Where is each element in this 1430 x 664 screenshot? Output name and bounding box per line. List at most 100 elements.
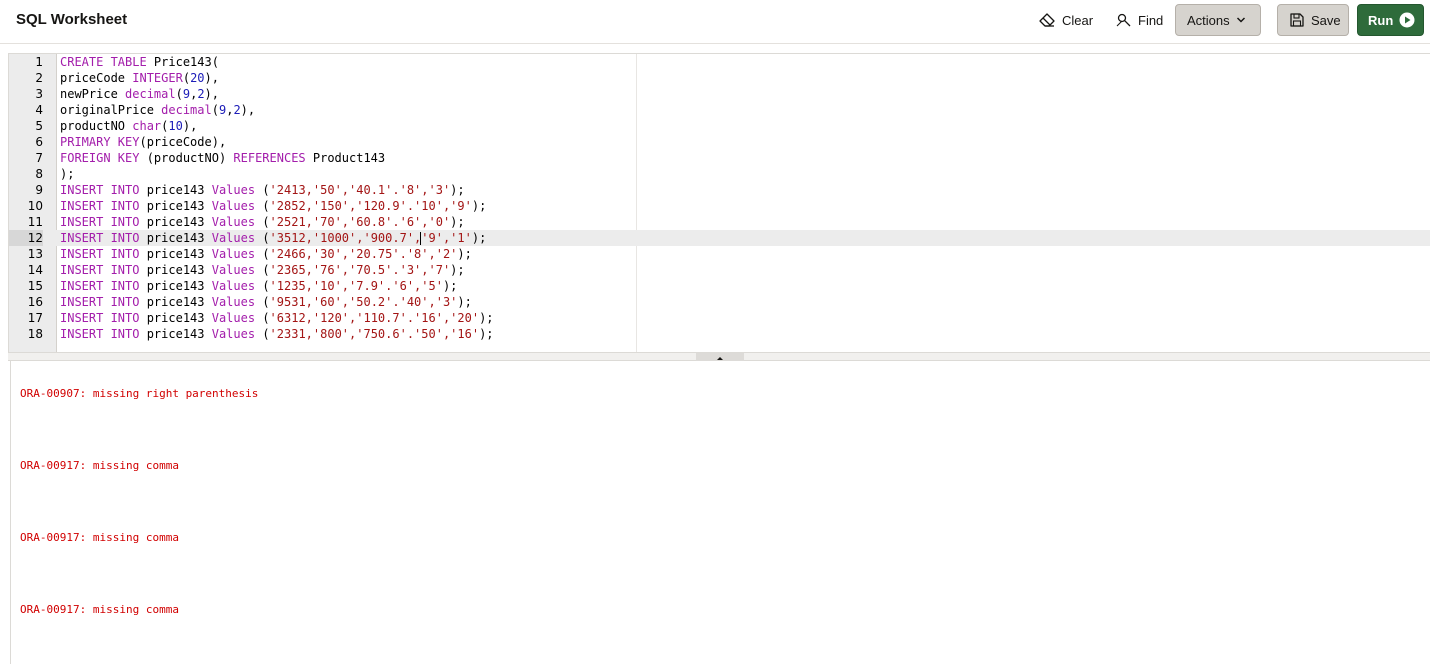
code-token: price143 (139, 199, 212, 213)
code-token: Values (211, 279, 256, 293)
code-token: ), (204, 71, 219, 85)
code-token: Values (211, 295, 256, 309)
code-token: '1235,'10','7.9'.'6','5' (269, 279, 443, 293)
code-token: ( (175, 87, 183, 101)
code-token: ); (479, 311, 494, 325)
code-line[interactable]: 16 INSERT INTO price143 Values ('9531,'60… (9, 294, 1430, 310)
code-text: INSERT INTO price143 Values ('1235,'10',… (60, 278, 457, 294)
line-number: 14 (27, 263, 43, 277)
code-line[interactable]: 1 CREATE TABLE Price143( (9, 54, 1430, 70)
line-number: 2 (35, 71, 43, 85)
code-line[interactable]: 18 INSERT INTO price143 Values ('2331,'80… (9, 326, 1430, 342)
code-token: 2 (233, 103, 241, 117)
code-token: price143 (139, 263, 212, 277)
code-line[interactable]: 10 INSERT INTO price143 Values ('2852,'15… (9, 198, 1430, 214)
code-token: Values (211, 215, 256, 229)
code-token: PRIMARY KEY (60, 135, 140, 149)
code-token: '3512,'1000','900.7', (269, 231, 422, 245)
code-token: INSERT INTO (60, 295, 140, 309)
code-lines[interactable]: 1 CREATE TABLE Price143(2 priceCode INTEGE… (9, 54, 1430, 342)
code-line[interactable]: 15 INSERT INTO price143 Values ('1235,'10… (9, 278, 1430, 294)
code-text: INSERT INTO price143 Values ('3512,'1000… (60, 230, 486, 246)
code-line[interactable]: 7 FOREIGN KEY (productNO) REFERENCES Prod… (9, 150, 1430, 166)
code-text: CREATE TABLE Price143( (60, 54, 219, 70)
code-line[interactable]: 11 INSERT INTO price143 Values ('2521,'70… (9, 214, 1430, 230)
code-text: INSERT INTO price143 Values ('9531,'60',… (60, 294, 472, 310)
code-token: INSERT INTO (60, 215, 140, 229)
code-token: price143 (139, 215, 212, 229)
code-token: INSERT INTO (60, 183, 140, 197)
code-token: ); (450, 215, 465, 229)
error-message: ORA-00907: missing right parenthesis (20, 387, 259, 400)
code-token: '2852,'150','120.9'.'10','9' (269, 199, 472, 213)
code-line[interactable]: 3 newPrice decimal(9,2), (9, 86, 1430, 102)
code-token: ( (255, 263, 270, 277)
code-token: ); (457, 247, 472, 261)
code-token: FOREIGN KEY (60, 151, 140, 165)
code-token: Values (211, 183, 256, 197)
code-token: '2365,'76','70.5'.'3','7' (269, 263, 451, 277)
code-token: ); (479, 327, 494, 341)
play-circle-icon (1399, 12, 1415, 28)
code-token: ); (471, 231, 487, 245)
code-token: ( (255, 311, 270, 325)
line-number: 1 (35, 55, 43, 69)
sql-editor[interactable]: 1 CREATE TABLE Price143(2 priceCode INTEGE… (8, 53, 1430, 352)
code-token: (priceCode), (139, 135, 227, 149)
page-title: SQL Worksheet (16, 11, 128, 28)
code-token: Values (211, 311, 256, 325)
code-token: ), (182, 119, 198, 133)
clear-button[interactable]: Clear (1028, 4, 1103, 36)
code-text: INSERT INTO price143 Values ('2521,'70',… (60, 214, 465, 230)
save-button-label: Save (1311, 12, 1341, 28)
code-token: Values (211, 231, 256, 245)
code-token: price143 (139, 279, 212, 293)
code-line[interactable]: 4 originalPrice decimal(9,2), (9, 102, 1430, 118)
eraser-icon (1038, 12, 1056, 28)
code-token: ); (450, 263, 465, 277)
actions-button-label: Actions (1187, 12, 1230, 28)
actions-menu-button[interactable]: Actions (1175, 4, 1261, 36)
line-number: 16 (27, 295, 43, 309)
code-line[interactable]: 12 INSERT INTO price143 Values ('3512,'10… (9, 230, 1430, 246)
code-text: originalPrice decimal(9,2), (60, 102, 255, 118)
chevron-down-icon (1236, 16, 1246, 24)
code-token: decimal (161, 103, 212, 117)
line-number: 13 (27, 247, 43, 261)
code-line[interactable]: 2 priceCode INTEGER(20), (9, 70, 1430, 86)
code-token: '2521,'70','60.8'.'6','0' (269, 215, 451, 229)
code-token: '6312,'120','110.7'.'16','20' (269, 311, 480, 325)
code-token: price143 (139, 183, 212, 197)
find-button[interactable]: Find (1106, 4, 1173, 36)
code-line[interactable]: 17 INSERT INTO price143 Values ('6312,'12… (9, 310, 1430, 326)
splitter-handle[interactable] (696, 353, 744, 361)
code-token: priceCode (60, 71, 133, 85)
code-line[interactable]: 8); (9, 166, 1430, 182)
clear-button-label: Clear (1062, 12, 1094, 28)
code-token: ( (255, 279, 270, 293)
code-token: Values (211, 327, 256, 341)
code-token: ); (442, 279, 458, 293)
code-token: '2331,'800','750.6'.'50','16' (269, 327, 480, 341)
code-token: price143 (139, 295, 212, 309)
code-line[interactable]: 9 INSERT INTO price143 Values ('2413,'50'… (9, 182, 1430, 198)
code-text: INSERT INTO price143 Values ('6312,'120'… (60, 310, 494, 326)
run-button[interactable]: Run (1357, 4, 1424, 36)
find-icon (1116, 12, 1132, 28)
worksheet-header: SQL Worksheet Clear Find Actions Save Ru… (0, 0, 1430, 44)
code-line[interactable]: 5 productNO char(10), (9, 118, 1430, 134)
code-token: INSERT INTO (60, 311, 140, 325)
pane-splitter[interactable] (8, 352, 1430, 361)
error-message: ORA-00917: missing comma (20, 459, 179, 472)
code-token: INSERT INTO (60, 199, 140, 213)
line-number: 15 (27, 279, 43, 293)
code-token: 9 (182, 87, 191, 101)
code-line[interactable]: 13 INSERT INTO price143 Values ('2466,'30… (9, 246, 1430, 262)
line-number: 3 (35, 87, 43, 101)
save-button[interactable]: Save (1277, 4, 1349, 36)
code-line[interactable]: 14 INSERT INTO price143 Values ('2365,'76… (9, 262, 1430, 278)
code-line[interactable]: 6 PRIMARY KEY(priceCode), (9, 134, 1430, 150)
code-token: price143 (139, 311, 212, 325)
code-text: INSERT INTO price143 Values ('2365,'76',… (60, 262, 465, 278)
code-text: INSERT INTO price143 Values ('2331,'800'… (60, 326, 494, 342)
